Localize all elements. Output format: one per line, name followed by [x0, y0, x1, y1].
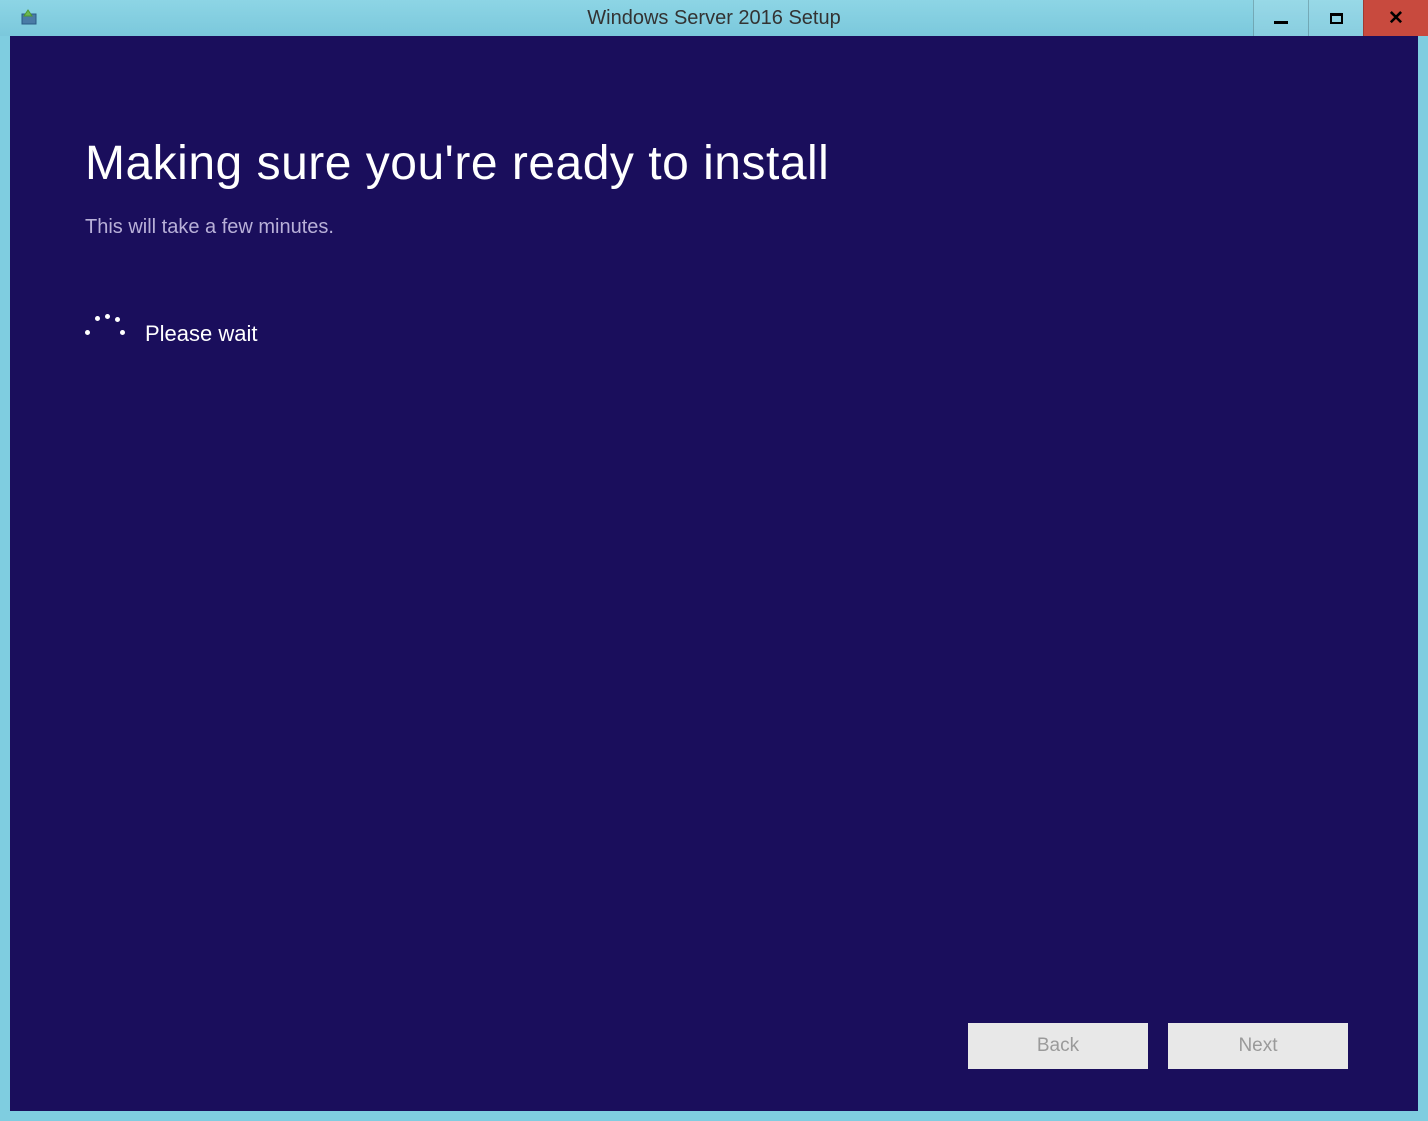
footer-buttons: Back Next: [968, 1023, 1348, 1069]
progress-text: Please wait: [145, 321, 258, 347]
app-icon: [18, 6, 42, 30]
window-title: Windows Server 2016 Setup: [587, 7, 840, 30]
page-heading: Making sure you're ready to install: [85, 136, 1343, 191]
maximize-button[interactable]: [1308, 0, 1363, 36]
titlebar[interactable]: Windows Server 2016 Setup ✕: [0, 0, 1428, 36]
window-controls: ✕: [1253, 0, 1428, 36]
minimize-button[interactable]: [1253, 0, 1308, 36]
next-button[interactable]: Next: [1168, 1023, 1348, 1069]
page-subheading: This will take a few minutes.: [85, 216, 1343, 239]
spinner-icon: [85, 314, 125, 354]
setup-window: Windows Server 2016 Setup ✕ Making sure …: [0, 0, 1428, 1121]
content-area: Making sure you're ready to install This…: [10, 36, 1418, 1111]
close-icon: ✕: [1388, 7, 1404, 30]
progress-row: Please wait: [85, 314, 1343, 354]
close-button[interactable]: ✕: [1363, 0, 1428, 36]
maximize-icon: [1330, 13, 1343, 24]
minimize-icon: [1274, 21, 1288, 24]
back-button[interactable]: Back: [968, 1023, 1148, 1069]
